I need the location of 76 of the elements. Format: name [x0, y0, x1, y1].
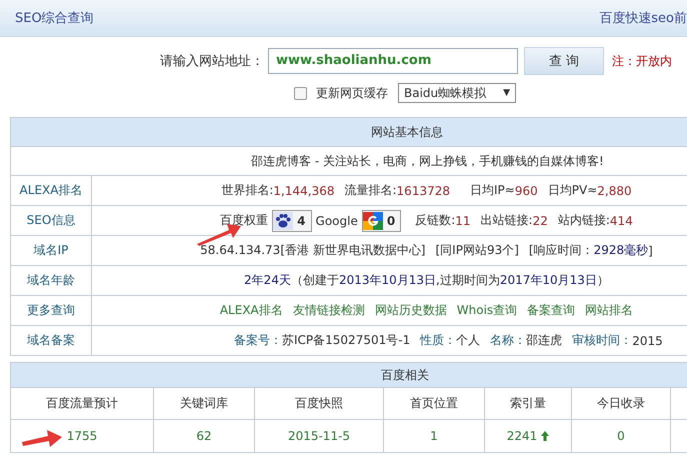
- query-button[interactable]: 查 询: [524, 47, 604, 75]
- info-key: 性质：: [420, 332, 456, 349]
- info-value: 2年24天: [244, 272, 291, 289]
- query-link[interactable]: 友情链接检测: [292, 302, 365, 319]
- info-value: 1,144,368: [273, 184, 334, 198]
- table-cell: 1: [430, 429, 438, 443]
- info-value: 11: [455, 214, 471, 228]
- query-link[interactable]: Whois查询: [456, 302, 518, 319]
- column-header: 百度流量预计: [11, 388, 154, 420]
- info-text: 2015: [632, 334, 663, 348]
- info-key: 审核时间：: [572, 332, 632, 349]
- info-text: ]: [648, 244, 653, 258]
- google-rank-badge: 0: [362, 210, 402, 232]
- info-text: 反链数:: [415, 212, 456, 229]
- query-link[interactable]: 备案查询: [527, 302, 576, 319]
- info-text: [同IP网站93个]: [436, 242, 519, 259]
- row-label: 域名年龄: [11, 266, 92, 295]
- info-value: 2013年10月13日: [338, 272, 436, 289]
- info-value: 2928毫秒: [594, 242, 648, 259]
- cache-label: 更新网页缓存: [316, 84, 388, 102]
- info-text: 58.64.134.73[香港 新世界电讯数据中心]: [200, 242, 426, 259]
- info-text: 邵连虎: [526, 332, 562, 349]
- info-text: 百度权重: [220, 212, 268, 229]
- cache-checkbox[interactable]: [294, 86, 307, 100]
- row-label: 更多查询: [11, 296, 92, 325]
- info-text: Google: [316, 214, 358, 228]
- annotation-arrow: [22, 430, 62, 448]
- info-key: 备案号：: [234, 332, 282, 349]
- info-value: 2017年10月13日: [500, 272, 597, 289]
- row-label: 域名IP: [11, 236, 92, 265]
- info-text: ,过期时间为: [436, 272, 500, 289]
- info-value: 22: [532, 214, 548, 228]
- row-label: ALEXA排名: [11, 176, 92, 205]
- info-text: ）: [596, 272, 609, 289]
- table-cell: 1755: [66, 429, 98, 443]
- info-text: [响应时间：: [528, 242, 594, 259]
- column-header: 百度快照: [255, 388, 384, 420]
- row-label: 域名备案: [11, 326, 92, 355]
- column-header: 索引量: [485, 388, 572, 420]
- url-input-field[interactable]: www.shaolianhu.com: [268, 48, 518, 74]
- table-cell: 0: [617, 429, 625, 443]
- info-text: 出站链接:: [480, 212, 533, 229]
- info-key: 名称：: [490, 332, 526, 349]
- info-text: 日均PV≈: [548, 182, 598, 199]
- spider-select[interactable]: Baidu蜘蛛模拟 ▼: [398, 83, 516, 103]
- info-text: （创建于: [290, 272, 339, 289]
- info-text: 世界排名:: [221, 182, 274, 199]
- column-header: 关键词库: [154, 388, 255, 420]
- info-text: 个人: [456, 332, 480, 349]
- info-value: 1613728: [396, 184, 450, 198]
- info-text: 日均IP≈: [470, 182, 515, 199]
- info-value: 414: [610, 214, 633, 228]
- header-link[interactable]: 百度快速seo前: [599, 9, 687, 27]
- row-label: SEO信息: [11, 206, 92, 235]
- site-slogan: 邵连虎博客 - 关注站长，电商，网上挣钱，手机赚钱的自媒体博客!: [11, 147, 687, 176]
- info-text: 苏ICP备15027501号-1: [282, 332, 410, 349]
- info-text: 流量排名:: [344, 182, 397, 199]
- section-header: 百度相关: [11, 363, 687, 388]
- url-label: 请输入网站地址：: [160, 53, 264, 70]
- column-header: 今日收录: [572, 388, 671, 420]
- query-link[interactable]: 网站排名: [585, 302, 634, 319]
- query-link[interactable]: 网站历史数据: [374, 302, 447, 319]
- info-text: 站内链接:: [558, 212, 610, 229]
- google-logo-icon: [362, 212, 383, 230]
- paw-icon: [273, 212, 294, 230]
- query-link[interactable]: ALEXA排名: [220, 302, 283, 319]
- page-title: SEO综合查询: [15, 10, 94, 27]
- baidu-weight-badge: 4: [272, 210, 312, 232]
- section-header: 网站基本信息: [11, 118, 687, 147]
- note-text: 注：开放内: [612, 52, 672, 70]
- column-header: 首页位置: [384, 388, 485, 420]
- table-cell: 62: [196, 429, 212, 443]
- table-cell: 2241: [506, 429, 538, 443]
- info-value: 2,880: [597, 184, 632, 198]
- table-cell: 2015-11-5: [288, 429, 350, 443]
- info-value: 960: [514, 184, 538, 198]
